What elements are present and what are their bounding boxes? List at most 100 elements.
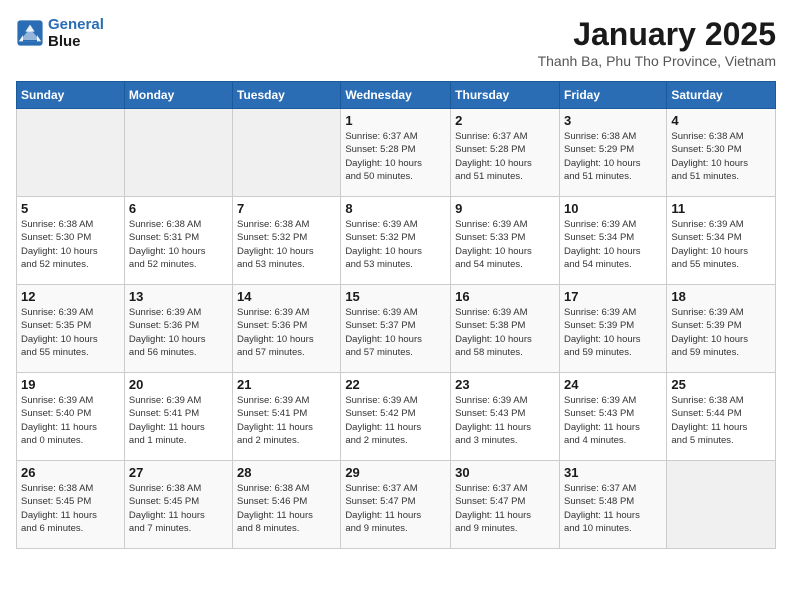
day-info: Sunrise: 6:37 AM Sunset: 5:47 PM Dayligh… <box>455 482 555 535</box>
weekday-header: Friday <box>559 82 666 109</box>
calendar-cell <box>233 109 341 197</box>
day-info: Sunrise: 6:38 AM Sunset: 5:45 PM Dayligh… <box>129 482 228 535</box>
calendar-cell: 16Sunrise: 6:39 AM Sunset: 5:38 PM Dayli… <box>451 285 560 373</box>
calendar-cell: 22Sunrise: 6:39 AM Sunset: 5:42 PM Dayli… <box>341 373 451 461</box>
calendar-cell: 1Sunrise: 6:37 AM Sunset: 5:28 PM Daylig… <box>341 109 451 197</box>
calendar-cell: 12Sunrise: 6:39 AM Sunset: 5:35 PM Dayli… <box>17 285 125 373</box>
day-number: 11 <box>671 201 771 216</box>
calendar-cell: 23 Sunrise: 6:39 AM Sunset: 5:43 PM Dayli… <box>451 373 560 461</box>
calendar-cell: 7Sunrise: 6:38 AM Sunset: 5:32 PM Daylig… <box>233 197 341 285</box>
day-info: Sunrise: 6:38 AM Sunset: 5:44 PM Dayligh… <box>671 394 771 447</box>
calendar-cell: 29 Sunrise: 6:37 AM Sunset: 5:47 PM Dayli… <box>341 461 451 549</box>
calendar-cell: 19 Sunrise: 6:39 AM Sunset: 5:40 PM Dayli… <box>17 373 125 461</box>
logo-icon <box>16 19 44 47</box>
day-number: 28 <box>237 465 336 480</box>
day-info: Sunrise: 6:38 AM Sunset: 5:46 PM Dayligh… <box>237 482 336 535</box>
day-number: 5 <box>21 201 120 216</box>
day-number: 24 <box>564 377 662 392</box>
calendar-cell <box>17 109 125 197</box>
calendar-cell: 26 Sunrise: 6:38 AM Sunset: 5:45 PM Dayli… <box>17 461 125 549</box>
day-number: 29 <box>345 465 446 480</box>
weekday-header: Monday <box>124 82 232 109</box>
calendar-cell: 2 Sunrise: 6:37 AM Sunset: 5:28 PM Daylig… <box>451 109 560 197</box>
calendar-cell <box>124 109 232 197</box>
day-info: Sunrise: 6:39 AM Sunset: 5:41 PM Dayligh… <box>129 394 228 447</box>
day-number: 2 <box>455 113 555 128</box>
day-number: 3 <box>564 113 662 128</box>
calendar-cell: 31 Sunrise: 6:37 AM Sunset: 5:48 PM Dayli… <box>559 461 666 549</box>
calendar-cell: 21Sunrise: 6:39 AM Sunset: 5:41 PM Dayli… <box>233 373 341 461</box>
day-info: Sunrise: 6:39 AM Sunset: 5:41 PM Dayligh… <box>237 394 336 447</box>
day-info: Sunrise: 6:37 AM Sunset: 5:28 PM Dayligh… <box>345 130 446 183</box>
day-number: 31 <box>564 465 662 480</box>
day-number: 4 <box>671 113 771 128</box>
day-info: Sunrise: 6:37 AM Sunset: 5:28 PM Dayligh… <box>455 130 555 183</box>
logo: General Blue <box>16 16 104 50</box>
calendar-cell: 28 Sunrise: 6:38 AM Sunset: 5:46 PM Dayli… <box>233 461 341 549</box>
calendar-cell: 3 Sunrise: 6:38 AM Sunset: 5:29 PM Daylig… <box>559 109 666 197</box>
day-number: 25 <box>671 377 771 392</box>
calendar-cell: 13Sunrise: 6:39 AM Sunset: 5:36 PM Dayli… <box>124 285 232 373</box>
day-info: Sunrise: 6:39 AM Sunset: 5:42 PM Dayligh… <box>345 394 446 447</box>
day-number: 16 <box>455 289 555 304</box>
calendar-cell: 10 Sunrise: 6:39 AM Sunset: 5:34 PM Dayli… <box>559 197 666 285</box>
calendar-cell: 8Sunrise: 6:39 AM Sunset: 5:32 PM Daylig… <box>341 197 451 285</box>
day-info: Sunrise: 6:39 AM Sunset: 5:43 PM Dayligh… <box>455 394 555 447</box>
calendar-cell: 6 Sunrise: 6:38 AM Sunset: 5:31 PM Daylig… <box>124 197 232 285</box>
header: General Blue January 2025 Thanh Ba, Phu … <box>16 16 776 69</box>
weekday-header: Thursday <box>451 82 560 109</box>
day-info: Sunrise: 6:37 AM Sunset: 5:47 PM Dayligh… <box>345 482 446 535</box>
day-info: Sunrise: 6:39 AM Sunset: 5:34 PM Dayligh… <box>564 218 662 271</box>
day-number: 27 <box>129 465 228 480</box>
calendar-cell: 24 Sunrise: 6:39 AM Sunset: 5:43 PM Dayli… <box>559 373 666 461</box>
weekday-header: Wednesday <box>341 82 451 109</box>
day-info: Sunrise: 6:39 AM Sunset: 5:36 PM Dayligh… <box>237 306 336 359</box>
calendar-week-row: 5Sunrise: 6:38 AM Sunset: 5:30 PM Daylig… <box>17 197 776 285</box>
calendar-cell <box>667 461 776 549</box>
calendar-cell: 27 Sunrise: 6:38 AM Sunset: 5:45 PM Dayli… <box>124 461 232 549</box>
calendar-cell: 11 Sunrise: 6:39 AM Sunset: 5:34 PM Dayli… <box>667 197 776 285</box>
calendar-cell: 4 Sunrise: 6:38 AM Sunset: 5:30 PM Daylig… <box>667 109 776 197</box>
day-info: Sunrise: 6:39 AM Sunset: 5:43 PM Dayligh… <box>564 394 662 447</box>
calendar-header: SundayMondayTuesdayWednesdayThursdayFrid… <box>17 82 776 109</box>
weekday-row: SundayMondayTuesdayWednesdayThursdayFrid… <box>17 82 776 109</box>
day-number: 26 <box>21 465 120 480</box>
calendar-title: January 2025 <box>538 16 776 53</box>
day-info: Sunrise: 6:39 AM Sunset: 5:40 PM Dayligh… <box>21 394 120 447</box>
calendar-cell: 30Sunrise: 6:37 AM Sunset: 5:47 PM Dayli… <box>451 461 560 549</box>
calendar-week-row: 12Sunrise: 6:39 AM Sunset: 5:35 PM Dayli… <box>17 285 776 373</box>
day-number: 18 <box>671 289 771 304</box>
calendar-cell: 25 Sunrise: 6:38 AM Sunset: 5:44 PM Dayli… <box>667 373 776 461</box>
day-number: 14 <box>237 289 336 304</box>
day-number: 15 <box>345 289 446 304</box>
day-info: Sunrise: 6:39 AM Sunset: 5:37 PM Dayligh… <box>345 306 446 359</box>
calendar-cell: 18 Sunrise: 6:39 AM Sunset: 5:39 PM Dayli… <box>667 285 776 373</box>
day-number: 23 <box>455 377 555 392</box>
calendar-cell: 17 Sunrise: 6:39 AM Sunset: 5:39 PM Dayli… <box>559 285 666 373</box>
day-info: Sunrise: 6:39 AM Sunset: 5:34 PM Dayligh… <box>671 218 771 271</box>
day-info: Sunrise: 6:38 AM Sunset: 5:45 PM Dayligh… <box>21 482 120 535</box>
day-number: 19 <box>21 377 120 392</box>
weekday-header: Saturday <box>667 82 776 109</box>
day-info: Sunrise: 6:38 AM Sunset: 5:30 PM Dayligh… <box>671 130 771 183</box>
day-info: Sunrise: 6:39 AM Sunset: 5:33 PM Dayligh… <box>455 218 555 271</box>
day-info: Sunrise: 6:38 AM Sunset: 5:31 PM Dayligh… <box>129 218 228 271</box>
calendar-body: 1Sunrise: 6:37 AM Sunset: 5:28 PM Daylig… <box>17 109 776 549</box>
calendar-cell: 14 Sunrise: 6:39 AM Sunset: 5:36 PM Dayli… <box>233 285 341 373</box>
day-number: 8 <box>345 201 446 216</box>
day-info: Sunrise: 6:38 AM Sunset: 5:29 PM Dayligh… <box>564 130 662 183</box>
day-info: Sunrise: 6:39 AM Sunset: 5:39 PM Dayligh… <box>671 306 771 359</box>
calendar-cell: 20 Sunrise: 6:39 AM Sunset: 5:41 PM Dayli… <box>124 373 232 461</box>
day-number: 6 <box>129 201 228 216</box>
day-number: 17 <box>564 289 662 304</box>
day-info: Sunrise: 6:38 AM Sunset: 5:32 PM Dayligh… <box>237 218 336 271</box>
calendar-table: SundayMondayTuesdayWednesdayThursdayFrid… <box>16 81 776 549</box>
calendar-week-row: 19 Sunrise: 6:39 AM Sunset: 5:40 PM Dayli… <box>17 373 776 461</box>
calendar-cell: 15 Sunrise: 6:39 AM Sunset: 5:37 PM Dayli… <box>341 285 451 373</box>
weekday-header: Sunday <box>17 82 125 109</box>
day-number: 10 <box>564 201 662 216</box>
day-info: Sunrise: 6:39 AM Sunset: 5:39 PM Dayligh… <box>564 306 662 359</box>
calendar-week-row: 1Sunrise: 6:37 AM Sunset: 5:28 PM Daylig… <box>17 109 776 197</box>
day-number: 20 <box>129 377 228 392</box>
day-info: Sunrise: 6:37 AM Sunset: 5:48 PM Dayligh… <box>564 482 662 535</box>
